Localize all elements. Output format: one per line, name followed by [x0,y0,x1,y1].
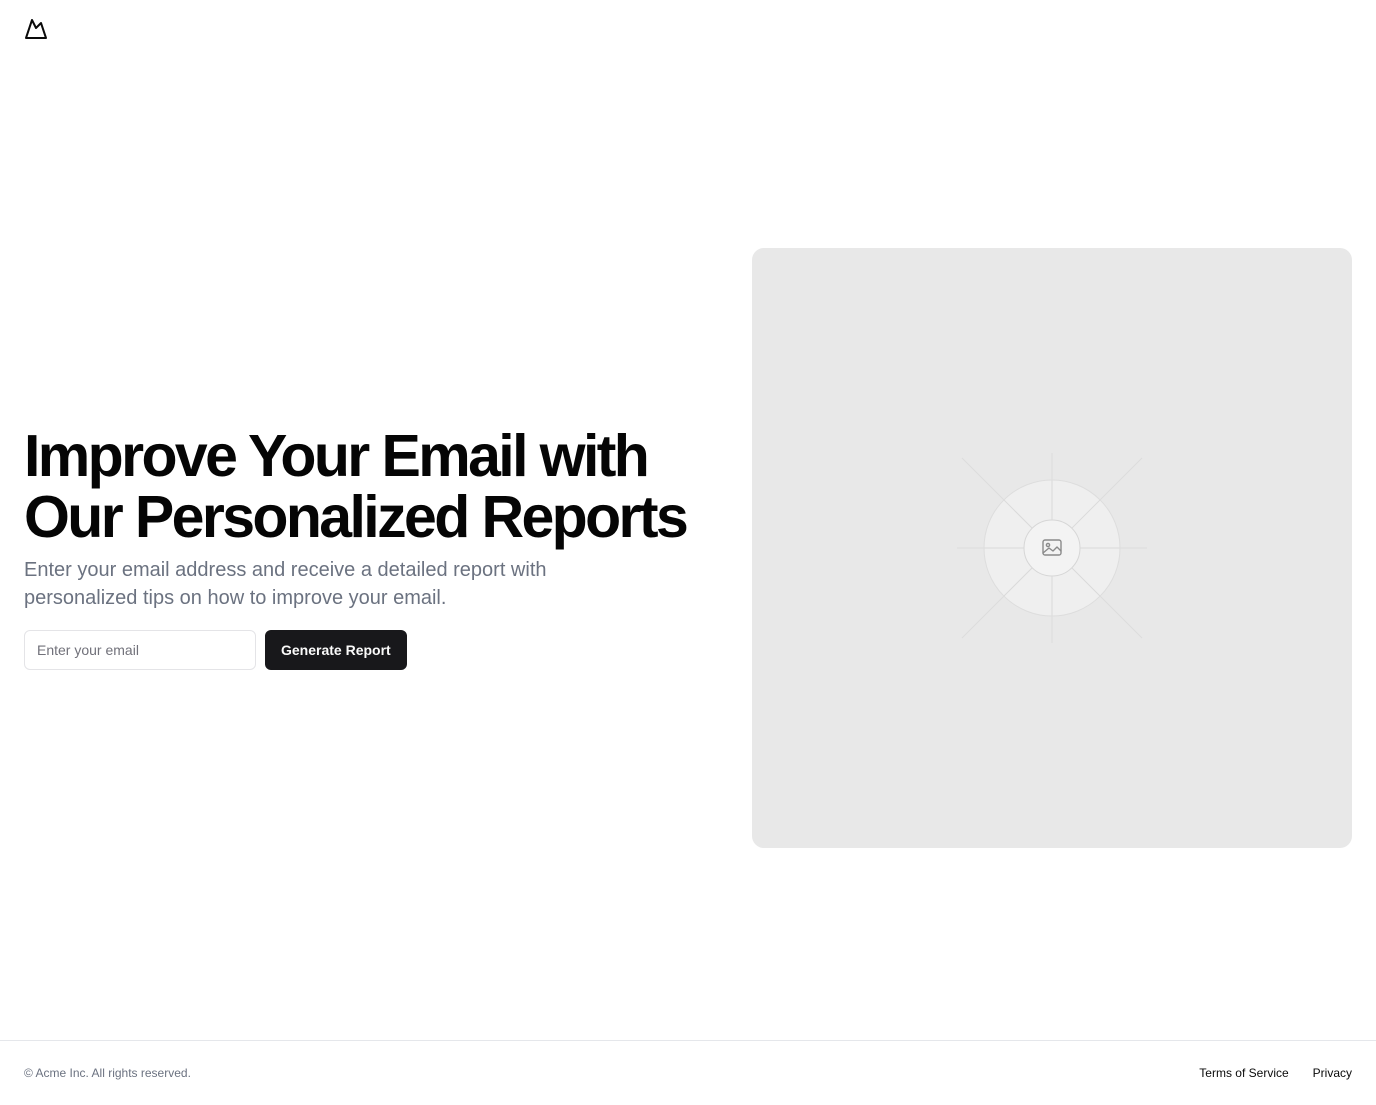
footer-nav: Terms of Service Privacy [1199,1065,1352,1081]
hero-headline: Improve Your Email with Our Personalized… [24,426,724,548]
hero-section: Improve Your Email with Our Personalized… [24,426,724,670]
mountain-icon [25,19,47,39]
copyright-text: © Acme Inc. All rights reserved. [24,1066,191,1080]
headline-line-1: Improve Your Email with [24,423,650,489]
email-form: Generate Report [24,630,724,670]
logo-link[interactable] [24,17,48,41]
privacy-link[interactable]: Privacy [1313,1065,1352,1081]
generate-report-button[interactable]: Generate Report [265,630,407,670]
landing-page: Improve Your Email with Our Personalized… [0,0,1376,1105]
terms-of-service-link[interactable]: Terms of Service [1199,1065,1288,1081]
headline-line-2: Our Personalized Reports [24,484,689,550]
placeholder-graphic [957,453,1147,643]
footer: © Acme Inc. All rights reserved. Terms o… [0,1040,1376,1105]
hero-image-placeholder [752,248,1352,848]
hero-subtext: Enter your email address and receive a d… [24,559,547,609]
email-input[interactable] [24,630,256,670]
